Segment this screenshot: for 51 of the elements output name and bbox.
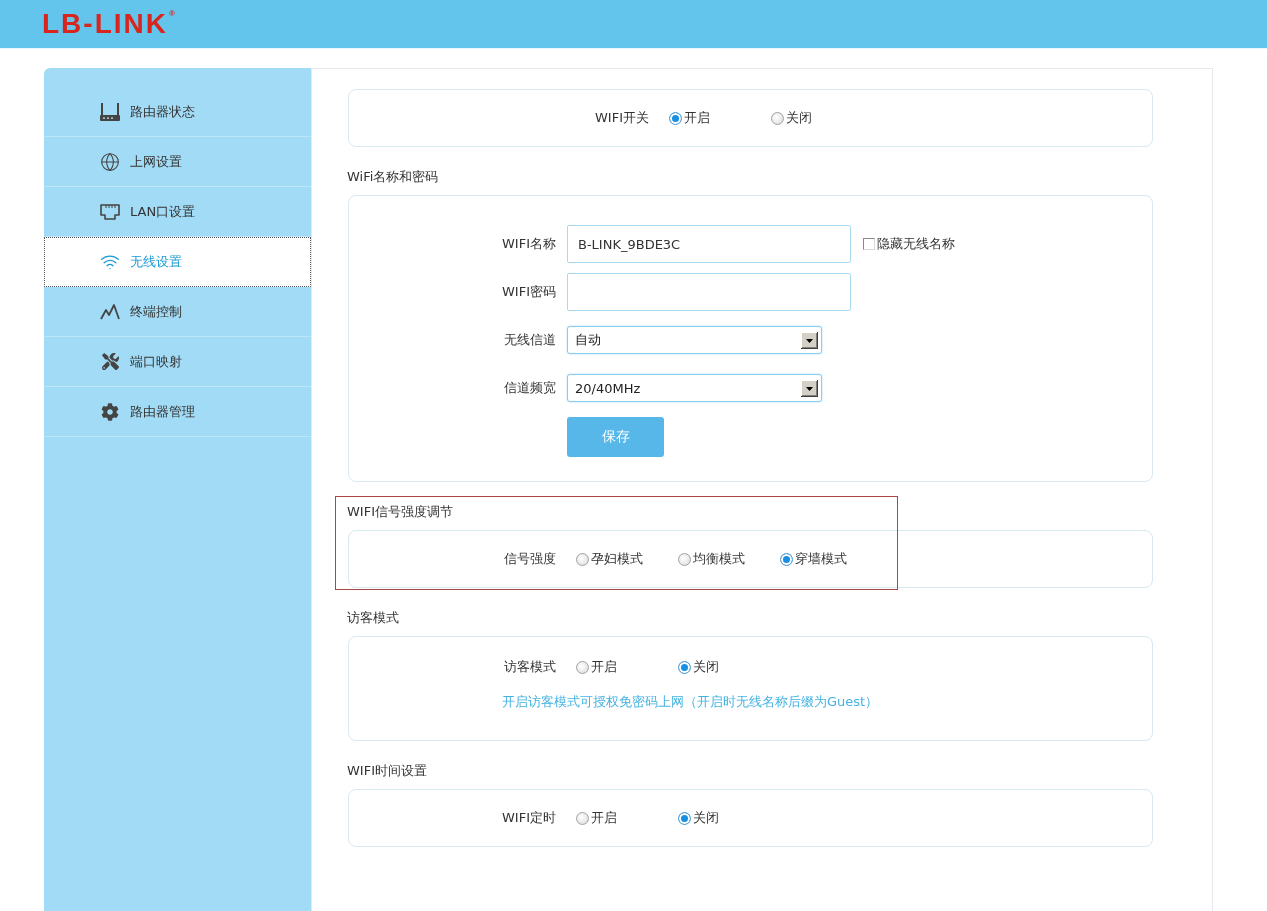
field-label: 信号强度 (503, 550, 556, 568)
checkbox-option[interactable]: 隐藏无线名称 (863, 235, 955, 253)
caret-icon (801, 331, 818, 349)
radio-icon[interactable] (678, 552, 691, 566)
radio-icon[interactable] (576, 552, 589, 566)
radio-option[interactable]: 关闭 (678, 658, 780, 676)
section-heading: 访客模式 (347, 609, 399, 627)
radio-icon[interactable] (576, 660, 589, 674)
field-label: 信道频宽 (503, 379, 556, 397)
field-label: 访客模式 (503, 658, 556, 676)
radio-icon[interactable] (678, 660, 691, 674)
radio-option[interactable]: 均衡模式 (678, 550, 780, 568)
tools-icon (101, 353, 119, 370)
radio-option[interactable]: 开启 (576, 658, 678, 676)
field-label: WIFI定时 (501, 809, 556, 827)
select-field[interactable]: 自动 (567, 326, 822, 354)
sidebar-item[interactable]: 路由器管理 (44, 387, 311, 437)
router-icon (100, 102, 120, 121)
radio-icon[interactable] (678, 811, 691, 825)
radio-icon[interactable] (576, 811, 589, 825)
sidebar-item[interactable]: 路由器状态 (44, 87, 311, 137)
radio-option[interactable]: 开启 (576, 809, 678, 827)
logo: LB-LINK$^{®}$ (42, 10, 175, 38)
checkbox-icon[interactable] (863, 238, 875, 250)
select-field[interactable]: 20/40MHz (567, 374, 822, 402)
radio-icon[interactable] (771, 111, 784, 125)
zigzag-line-icon (100, 303, 120, 320)
field-label: WIFI名称 (501, 235, 556, 253)
sidebar-item[interactable]: 终端控制 (44, 287, 311, 337)
radio-icon[interactable] (669, 111, 682, 125)
password-field[interactable] (567, 273, 851, 311)
radio-option[interactable]: 穿墙模式 (780, 550, 882, 568)
sidebar-item[interactable]: 上网设置 (44, 137, 311, 187)
field-label: WIFI密码 (501, 283, 556, 301)
section-heading: WIFI时间设置 (347, 762, 427, 780)
radio-option[interactable]: 开启 (669, 109, 771, 127)
field-label: 无线信道 (503, 331, 556, 349)
radio-icon[interactable] (780, 552, 793, 566)
section-heading: WIFI信号强度调节 (347, 503, 453, 521)
text-field[interactable]: B-LINK_9BDE3C (567, 225, 851, 263)
caret-icon (801, 379, 818, 397)
globe-icon (100, 151, 120, 172)
radio-option[interactable]: 关闭 (678, 809, 780, 827)
sidebar-item[interactable]: 端口映射 (44, 337, 311, 387)
field-label: WIFI开关 (594, 109, 649, 127)
gear-icon (101, 402, 119, 421)
ethernet-port-icon (100, 203, 120, 220)
section-heading: WiFi名称和密码 (347, 168, 439, 186)
hint-text: 开启访客模式可授权免密码上网（开启时无线名称后缀为Guest） (502, 693, 879, 711)
radio-option[interactable]: 关闭 (771, 109, 873, 127)
radio-option[interactable]: 孕妇模式 (576, 550, 678, 568)
